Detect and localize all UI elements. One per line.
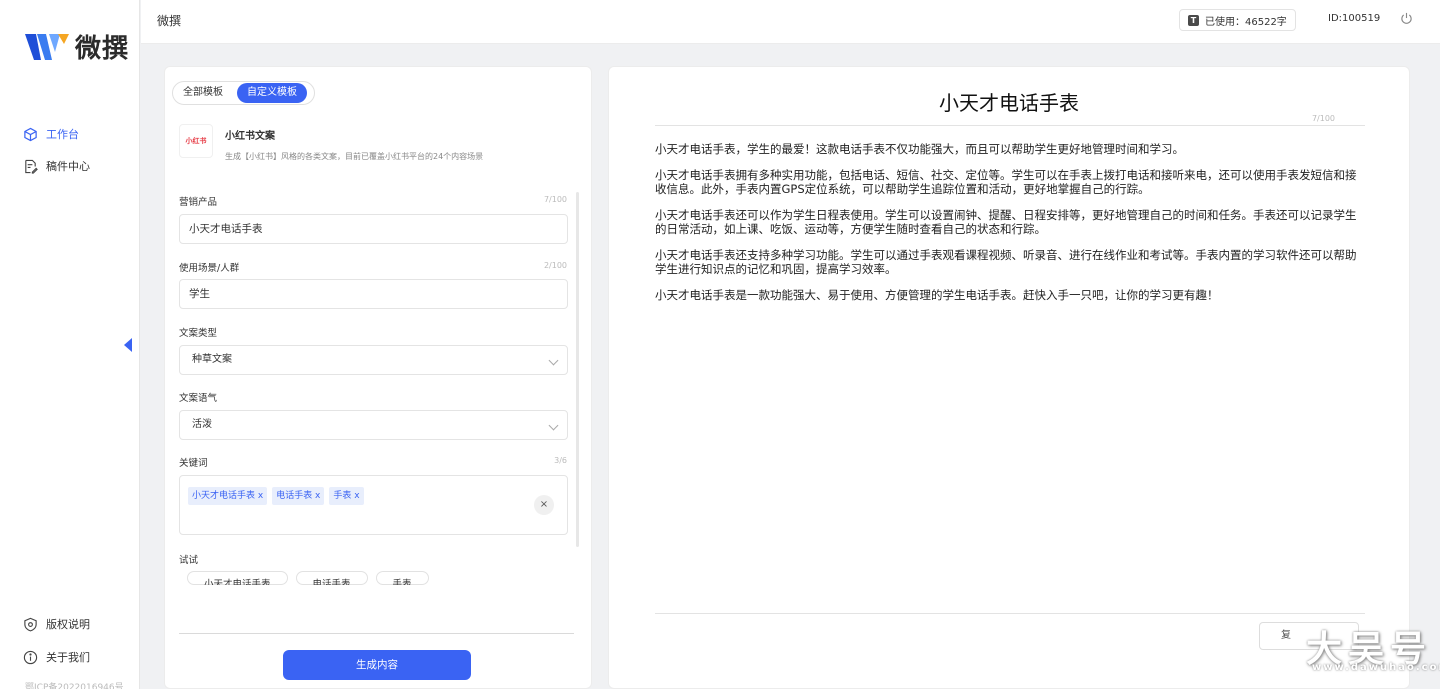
sidebar-item-workbench[interactable]: 工作台 — [23, 126, 79, 142]
product-char-count: 7/100 — [543, 195, 567, 204]
divider — [655, 125, 1365, 126]
template-description: 生成【小红书】风格的各类文案，目前已覆盖小红书平台的24个内容场景 — [225, 152, 484, 161]
icp-record[interactable]: 鄂ICP备2022016946号 — [25, 680, 124, 689]
document-editor-panel: 小天才电话手表 7/100 小天才电话手表，学生的最爱！这款电话手表不仅功能强大… — [608, 66, 1410, 689]
keyword-tag[interactable]: 电话手表 x — [272, 487, 325, 505]
template-form-panel: 全部模板 自定义模板 小红书 小红书文案 生成【小红书】风格的各类文案，目前已覆… — [164, 66, 592, 689]
user-id: ID:100519 — [1328, 13, 1381, 24]
suggestion-chip[interactable]: 电话手表 — [295, 571, 368, 585]
tab-all-templates[interactable]: 全部模板 — [173, 83, 233, 103]
tone-value: 活泼 — [192, 419, 212, 430]
product-label: 营销产品 — [179, 197, 218, 208]
collapse-sidebar-arrow-icon[interactable] — [124, 338, 132, 352]
keywords-label: 关键词 — [179, 458, 208, 469]
copy-type-label: 文案类型 — [179, 328, 218, 339]
suggestion-chip[interactable]: 手表 — [375, 571, 429, 585]
document-paragraph: 小天才电话手表拥有多种实用功能，包括电话、短信、社交、定位等。学生可以在手表上拨… — [655, 168, 1357, 196]
scene-label: 使用场景/人群 — [179, 263, 240, 274]
cube-icon — [24, 127, 37, 141]
power-icon[interactable] — [1400, 12, 1413, 25]
document-paragraph: 小天才电话手表还支持多种学习功能。学生可以通过手表观看课程视频、听录音、进行在线… — [655, 248, 1357, 276]
app-logo[interactable]: 微撰 — [25, 28, 129, 65]
document-body[interactable]: 小天才电话手表，学生的最爱！这款电话手表不仅功能强大，而且可以帮助学生更好地管理… — [655, 142, 1367, 314]
top-bar: 微撰 T 已使用：46522字 ID:100519 — [141, 0, 1440, 44]
scene-input[interactable]: 学生 — [179, 279, 568, 309]
divider — [179, 633, 574, 634]
sidebar-item-about[interactable]: 关于我们 — [23, 649, 90, 665]
watermark-url: www.dawuhao.com — [1312, 662, 1440, 673]
copy-type-select[interactable]: 种草文案 — [179, 345, 568, 375]
app-name: 微撰 — [75, 34, 130, 64]
sidebar-item-label: 关于我们 — [46, 651, 90, 664]
title-char-count: 7/100 — [1311, 114, 1335, 123]
copy-type-value: 种草文案 — [192, 354, 232, 365]
suggestion-chip[interactable]: 小天才电话手表 — [187, 571, 288, 585]
chevron-down-icon — [548, 355, 559, 366]
tab-custom-templates[interactable]: 自定义模板 — [237, 83, 307, 103]
scene-char-count: 2/100 — [543, 261, 567, 270]
document-edit-icon — [25, 159, 38, 174]
sidebar-item-label: 版权说明 — [46, 618, 90, 631]
keyword-tag[interactable]: 手表 x — [329, 487, 364, 505]
usage-badge: T 已使用：46522字 — [1179, 9, 1296, 31]
form-scrollbar[interactable] — [576, 192, 579, 547]
suggestion-chips: 小天才电话手表 电话手表 手表 — [187, 571, 429, 585]
product-input[interactable]: 小天才电话手表 — [179, 214, 568, 244]
sidebar-item-drafts[interactable]: 稿件中心 — [23, 158, 90, 174]
document-paragraph: 小天才电话手表是一款功能强大、易于使用、方便管理的学生电话手表。赶快入手一只吧，… — [655, 288, 1219, 302]
divider — [655, 613, 1365, 614]
usage-label: 已使用：46522字 — [1205, 16, 1287, 28]
keywords-count: 3/6 — [554, 456, 567, 465]
tone-select[interactable]: 活泼 — [179, 410, 568, 440]
template-tabs: 全部模板 自定义模板 — [172, 81, 315, 105]
template-card: 小红书 小红书文案 生成【小红书】风格的各类文案，目前已覆盖小红书平台的24个内… — [179, 124, 483, 162]
text-count-icon: T — [1188, 14, 1199, 26]
tone-label: 文案语气 — [179, 393, 218, 404]
generate-button[interactable]: 生成内容 — [283, 650, 471, 680]
xiaohongshu-logo-icon: 小红书 — [179, 124, 213, 158]
keywords-input[interactable]: 小天才电话手表 x 电话手表 x 手表 x × — [179, 475, 568, 535]
keyword-tags: 小天才电话手表 x 电话手表 x 手表 x — [188, 487, 364, 505]
w-logo-icon — [25, 33, 69, 60]
document-paragraph: 小天才电话手表还可以作为学生日程表使用。学生可以设置闹钟、提醒、日程安排等，更好… — [655, 208, 1357, 236]
sidebar-item-label: 稿件中心 — [46, 160, 90, 173]
template-name: 小红书文案 — [225, 131, 275, 142]
try-label: 试试 — [179, 555, 199, 566]
info-icon — [23, 650, 38, 664]
keyword-tag[interactable]: 小天才电话手表 x — [188, 487, 268, 505]
sidebar-item-copyright[interactable]: 版权说明 — [23, 616, 90, 632]
page-title: 微撰 — [157, 14, 182, 28]
chevron-down-icon — [548, 420, 559, 431]
shield-icon — [24, 617, 37, 631]
document-title[interactable]: 小天才电话手表 — [609, 87, 1409, 116]
document-paragraph: 小天才电话手表，学生的最爱！这款电话手表不仅功能强大，而且可以帮助学生更好地管理… — [655, 142, 1184, 156]
clear-keywords-icon[interactable]: × — [534, 495, 554, 515]
sidebar: 微撰 工作台 稿件中心 版权说明 关于我们 鄂ICP备2022016946号 — [0, 0, 140, 689]
sidebar-item-label: 工作台 — [46, 128, 79, 141]
